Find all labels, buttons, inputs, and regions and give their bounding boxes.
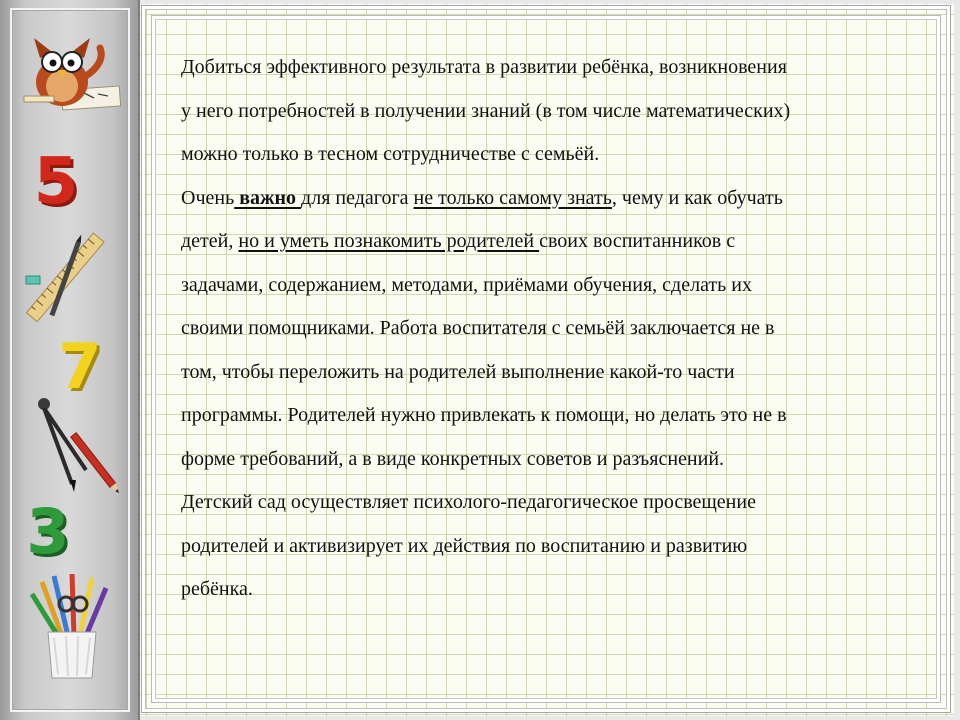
text-segment: для педагога — [301, 186, 414, 209]
underlined-phrase: не только самому знать — [413, 186, 612, 209]
svg-text:7: 7 — [58, 332, 101, 396]
pencil-cup-icon — [29, 574, 109, 679]
digit-three-icon: 3 3 — [26, 497, 72, 561]
digit-five-icon: 5 5 — [34, 145, 82, 213]
text-segment: можно только в тесном сотрудничестве с с… — [181, 143, 600, 165]
text-line: программы. Родителей нужно привлекать к … — [181, 394, 916, 438]
text-segment: программы. Родителей нужно привлекать к … — [181, 404, 787, 426]
text-segment: , чему и как обучать — [611, 186, 783, 209]
text-line: задачами, содержанием, методами, приёмам… — [181, 264, 916, 308]
text-line: форме требований, а в виде конкретных со… — [181, 438, 916, 482]
text-line: своими помощниками. Работа воспитателя с… — [181, 307, 916, 351]
compass-icon — [38, 398, 120, 494]
decorative-sidebar: 5 5 7 7 3 3 — [0, 0, 140, 720]
text-line: детей, но и уметь познакомить родителей … — [181, 220, 916, 264]
text-segment: родителей и активизирует их действия по … — [181, 534, 748, 557]
text-segment: Детский сад осуществляет психолого-педаг… — [181, 491, 756, 513]
ruler-pencil-icon — [25, 232, 105, 323]
underlined-phrase: но и уметь познакомить родителей — [238, 230, 540, 252]
body-text: Добиться эффективного результата в разви… — [181, 46, 916, 612]
text-segment: том, чтобы переложить на родителей выпол… — [181, 360, 735, 383]
text-line: Добиться эффективного результата в разви… — [181, 46, 916, 90]
emphasized-phrase: важно — [234, 186, 302, 209]
text-line: том, чтобы переложить на родителей выпол… — [181, 351, 916, 395]
text-segment: задачами, содержанием, методами, приёмам… — [181, 273, 752, 296]
text-line: Очень важно для педагога не только самом… — [181, 177, 916, 221]
text-segment: детей, — [181, 230, 239, 252]
text-line: ребёнка. — [181, 568, 916, 612]
text-segment: у него потребностей в получении знаний (… — [181, 99, 791, 122]
owl-teacher-icon — [23, 38, 122, 111]
svg-text:5: 5 — [34, 145, 79, 213]
text-line: родителей и активизирует их действия по … — [181, 525, 916, 569]
text-segment: своих воспитанников с — [539, 230, 736, 252]
text-line: можно только в тесном сотрудничестве с с… — [181, 133, 916, 177]
text-segment: Очень — [181, 186, 235, 209]
text-segment: ребёнка. — [181, 578, 253, 600]
text-segment: Добиться эффективного результата в разви… — [181, 56, 787, 78]
text-segment: форме требований, а в виде конкретных со… — [181, 447, 725, 470]
text-line: у него потребностей в получении знаний (… — [181, 90, 916, 134]
text-line: Детский сад осуществляет психолого-педаг… — [181, 481, 916, 525]
svg-text:3: 3 — [26, 497, 69, 561]
text-segment: своими помощниками. Работа воспитателя с… — [181, 317, 775, 339]
digit-seven-icon: 7 7 — [58, 332, 104, 396]
